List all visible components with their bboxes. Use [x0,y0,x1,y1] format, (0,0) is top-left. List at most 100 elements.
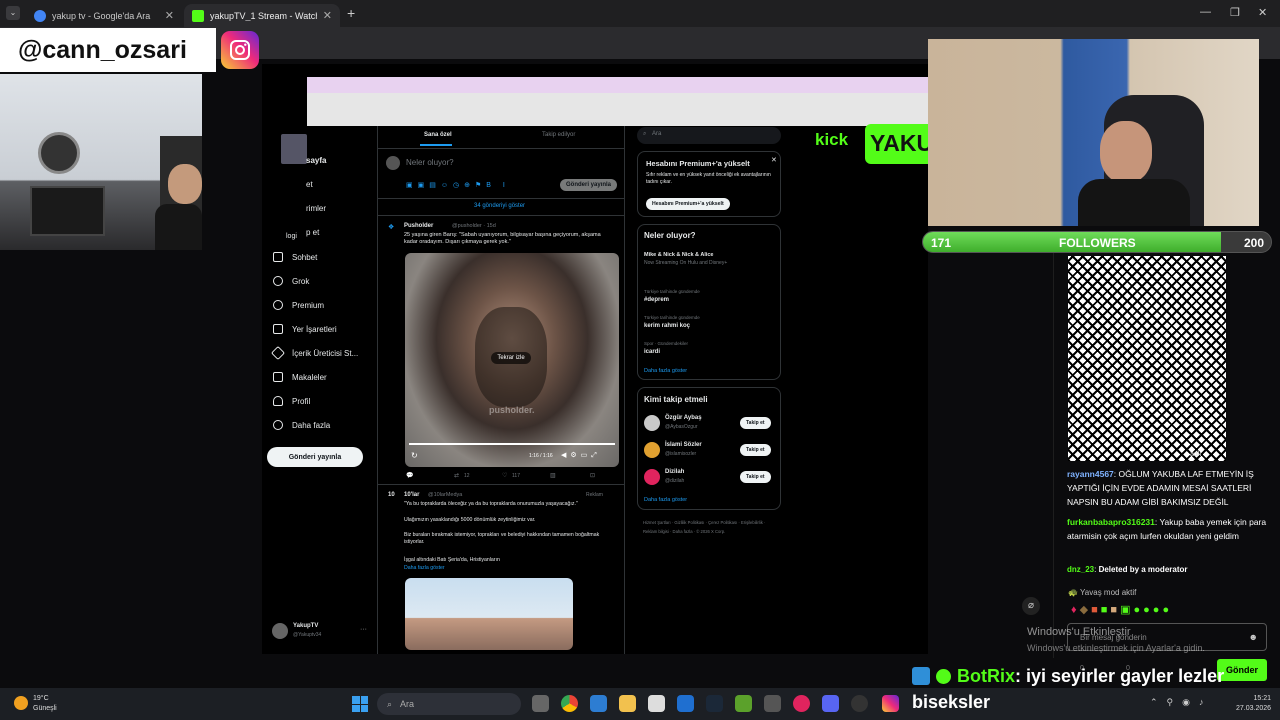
post-button[interactable]: Gönderi yayınla [267,447,363,467]
emote-icon[interactable]: ■ [1101,604,1111,616]
follow-button[interactable]: Takip et [740,471,771,483]
nav-home-partial[interactable]: sayfa [306,156,326,165]
emote-icon[interactable]: ◆ [1080,604,1091,616]
trend-name[interactable]: icardi [644,349,660,355]
taskbar-search[interactable]: ⌕ Ara [377,693,521,715]
follow-name[interactable]: Özgür Aybaş [665,415,702,421]
emote-bar[interactable]: ♦◆■■■▣●●●● [1071,603,1172,616]
trend-name[interactable]: Now Streaming On Hulu and Disney+ [644,260,727,266]
weather-widget[interactable]: 19°C Güneşli [33,694,57,714]
follow-more-link[interactable]: Daha fazla göster [644,497,687,503]
weather-icon[interactable] [14,696,28,710]
tab-kick-stream[interactable]: yakupTV_1 Stream - Watch Live ✕ [184,4,340,27]
video-controls-icons[interactable]: ◀⚙▭⤢ [561,451,601,460]
chrome-icon[interactable] [561,695,578,712]
media-player-icon[interactable] [793,695,810,712]
minecraft-icon[interactable] [735,695,752,712]
account-menu-icon[interactable]: ··· [360,626,367,633]
new-tab-button[interactable]: + [347,5,355,21]
sidebar-item-grok[interactable]: Grok [273,271,309,291]
sidebar-item-bookmarks[interactable]: Yer İşaretleri [273,319,337,339]
video-progress[interactable] [409,443,615,445]
system-tray-icons[interactable]: ⌃⚲◉♪ [1150,697,1213,708]
teams-icon[interactable] [822,695,839,712]
chat-settings-icon[interactable]: ⌀ [1022,597,1040,615]
premium-button[interactable]: Hesabını Premium+'a yükselt [646,198,730,210]
emote-icon[interactable]: ● [1153,604,1163,616]
replay-icon[interactable]: ↻ [411,451,418,460]
follow-name[interactable]: Dizilah [665,469,684,475]
heart-emote-icon[interactable]: ♦ [1071,604,1080,616]
post-author[interactable]: Pusholder [404,223,433,229]
compose-input[interactable]: Neler oluyor? [406,158,454,167]
post-image[interactable] [405,578,573,650]
overlay-text: biseksler [912,692,991,712]
sidebar-item-profile[interactable]: Profil [273,391,310,411]
sidebar-item-more[interactable]: Daha fazla [273,415,330,435]
like-icon[interactable]: ♡ [502,472,507,479]
post-author[interactable]: 10'lar [404,492,419,498]
chat-username[interactable]: dnz_23 [1067,565,1094,574]
emote-icon[interactable]: ● [1143,604,1153,616]
file-explorer-icon[interactable] [619,695,636,712]
mail-icon[interactable] [677,695,694,712]
tab-google-search[interactable]: yakup tv - Google'da Ara ✕ [26,4,182,27]
close-window-icon[interactable]: ✕ [1258,6,1267,19]
footer-links[interactable]: Hizmet Şartları · Gizlilik Politikası · … [643,518,773,536]
sidebar-item-premium[interactable]: Premium [273,295,324,315]
nav-partial-4[interactable]: p et [306,228,319,237]
trends-card: Neler oluyor? Mike & Nick & Nick & Alice… [637,224,781,380]
views-icon[interactable]: ▥ [550,472,556,479]
sidebar-item-sohbet[interactable]: Sohbet [273,247,317,267]
close-icon[interactable]: ✕ [323,9,332,22]
follow-button[interactable]: Takip et [740,444,771,456]
follow-name[interactable]: İslami Sözler [665,442,702,448]
reply-icon[interactable]: 💬 [406,472,413,479]
trends-more-link[interactable]: Daha fazla göster [644,368,687,374]
nav-partial-1[interactable]: et [306,180,313,189]
maximize-icon[interactable]: ❐ [1230,6,1240,19]
sidebar-item-articles[interactable]: Makaleler [273,367,327,387]
emote-icon[interactable]: ■ [1110,604,1120,616]
minimize-icon[interactable]: — [1200,6,1211,18]
nav-partial-2[interactable]: rimler [306,204,326,213]
tab-for-you[interactable]: Sana özel [424,132,452,138]
search-input[interactable]: ⌕ Ara [637,127,781,144]
chat-username[interactable]: furkanbabapro316231 [1067,517,1155,527]
instagram-icon[interactable] [882,695,899,712]
emote-icon[interactable]: ● [1162,604,1172,616]
obs-icon[interactable] [851,695,868,712]
tab-following[interactable]: Takip edilyor [542,132,575,138]
compose-toolbar-icons[interactable]: ▣▣▤☺◷⊕⚑B I [406,181,510,189]
repost-icon[interactable]: ⇄ [454,472,459,479]
close-icon[interactable]: ✕ [771,156,777,164]
chat-username[interactable]: rayann4567 [1067,469,1114,479]
trend-name[interactable]: kerim rahmi koç [644,323,690,329]
follow-button[interactable]: Takip et [740,417,771,429]
task-view-icon[interactable] [532,695,549,712]
compose-post-button[interactable]: Gönderi yayınla [560,179,618,191]
store-icon[interactable] [648,695,665,712]
sidebar-item-creator-studio[interactable]: İçerik Üreticisi St... [270,343,358,363]
emoji-icon[interactable]: ☻ [1249,632,1258,642]
tab-list-button[interactable]: ⌄ [6,6,20,20]
bookmark-icon[interactable]: ⊡ [590,472,595,479]
emote-icon[interactable]: ● [1133,604,1143,616]
windows-start-icon[interactable] [352,696,368,712]
sidebar-item-label: Premium [292,300,325,310]
app-icon[interactable] [764,695,781,712]
trend-name[interactable]: #deprem [644,297,669,303]
post-video[interactable]: Tekrar izle pusholder. ↻ 1:16 / 1:16 ◀⚙▭… [405,253,619,467]
account-avatar[interactable] [272,623,288,639]
app-icon[interactable] [590,695,607,712]
show-more-link[interactable]: Daha fazla göster [404,565,445,571]
grok-icon [273,276,283,286]
send-button[interactable]: Gönder [1217,659,1267,681]
steam-icon[interactable] [706,695,723,712]
taskbar-clock[interactable]: 15:21 27.03.2026 [1236,694,1271,714]
close-icon[interactable]: ✕ [165,9,174,22]
replay-button[interactable]: Tekrar izle [491,352,531,364]
show-new-posts[interactable]: 34 gönderiyi göster [474,203,525,209]
emote-icon[interactable]: ■ [1091,604,1101,616]
emote-icon[interactable]: ▣ [1120,604,1133,616]
